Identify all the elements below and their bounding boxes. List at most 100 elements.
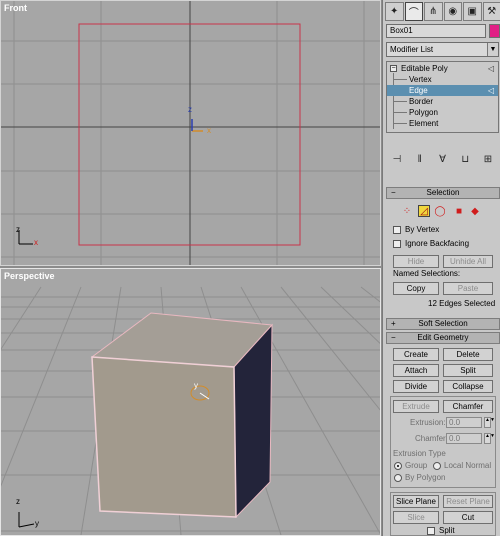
rollout-title: Selection [426,188,460,197]
stack-toolbar: ⊣ ‖ ∀ ⊔ ⊞ [386,153,499,169]
collapse-button[interactable]: Collapse [443,380,493,393]
chamfer-spinner[interactable]: 0.0 [446,433,482,444]
by-polygon-radio[interactable] [394,474,402,482]
ignore-backfacing-checkbox[interactable] [393,240,401,248]
utilities-icon[interactable]: ⚒ [482,2,500,21]
modifier-list-label: Modifier List [390,45,434,54]
extrusion-label: Extrusion: [410,418,446,427]
rollout-soft-selection[interactable]: + Soft Selection [386,318,500,330]
vertex-subobject-icon[interactable]: ⁘ [401,206,413,218]
reset-plane-button[interactable]: Reset Plane [443,495,493,508]
gizmo-y-label: y [194,381,198,390]
extrusion-type-label: Extrusion Type [393,449,446,458]
stack-item-editable-poly[interactable]: − Editable Poly ◁ [387,63,498,74]
stack-item-label: Edge [409,86,428,95]
stack-item-element[interactable]: Element [387,118,498,129]
stack-item-label: Element [409,119,439,128]
collapse-sign: − [391,188,396,197]
stack-item-label: Border [409,97,434,106]
element-subobject-icon[interactable]: ◆ [469,206,481,218]
group-label: Group [405,461,428,470]
pin-stack-icon[interactable]: ⊣ [390,153,404,167]
collapse-sign: − [391,333,396,342]
slice-button[interactable]: Slice [393,511,439,524]
perspective-grid [1,286,380,535]
tripod-y-label-persp: y [35,519,39,528]
display-icon[interactable]: ▣ [463,2,482,21]
split-button[interactable]: Split [443,364,493,377]
stack-item-label: Polygon [409,108,438,117]
modify-icon[interactable]: ⌒ [404,2,423,21]
chamfer-button[interactable]: Chamfer [443,400,493,413]
front-grid [1,1,380,265]
modifier-stack[interactable]: − Editable Poly ◁ Vertex Edge ◁ Border P… [386,61,499,133]
stack-item-edge[interactable]: Edge ◁ [387,85,498,96]
pin-icon: ◁ [487,64,494,73]
collapse-icon[interactable]: − [390,65,397,72]
copy-button[interactable]: Copy [393,282,439,295]
hide-button[interactable]: Hide [393,255,439,268]
command-panel-tabs: ✦ ⌒ ⋔ ◉ ▣ ⚒ [383,2,500,22]
spinner-arrows-icon[interactable]: ▲▼ [484,433,495,444]
stack-item-vertex[interactable]: Vertex [387,74,498,85]
divide-button[interactable]: Divide [393,380,439,393]
configure-modifier-sets-icon[interactable]: ⊞ [481,153,495,167]
attach-button[interactable]: Attach [393,364,439,377]
extrusion-spinner[interactable]: 0.0 [446,417,482,428]
selection-status: 12 Edges Selected [428,299,496,308]
axis-tripod-front [18,230,33,245]
cut-button[interactable]: Cut [443,511,493,524]
rollout-edit-geometry[interactable]: − Edit Geometry [386,332,500,344]
perspective-viewport[interactable]: Perspective y z y [0,268,381,536]
front-viewport[interactable]: Front z x z x [0,0,381,266]
object-name-field[interactable]: Box01 [386,24,486,38]
by-vertex-checkbox[interactable] [393,226,401,234]
stack-item-polygon[interactable]: Polygon [387,107,498,118]
split-checkbox[interactable] [427,527,435,535]
slice-plane-button[interactable]: Slice Plane [393,495,439,508]
ignore-backfacing-label: Ignore Backfacing [405,239,470,248]
rollout-selection[interactable]: − Selection [386,187,500,199]
tripod-x-label: x [34,238,38,247]
hierarchy-icon[interactable]: ⋔ [424,2,443,21]
object-color-swatch[interactable] [489,24,500,38]
cube-front-face [91,356,237,518]
rollout-title: Edit Geometry [417,333,469,342]
border-subobject-icon[interactable]: ◯ [434,206,446,218]
modifier-list-dropdown[interactable]: Modifier List ▼ [386,42,499,57]
create-button[interactable]: Create [393,348,439,361]
stack-item-border[interactable]: Border [387,96,498,107]
viewport-label-perspective[interactable]: Perspective [4,271,55,281]
motion-icon[interactable]: ◉ [443,2,462,21]
spinner-arrows-icon[interactable]: ▲▼ [484,417,495,428]
axis-tripod-persp [18,512,35,528]
delete-button[interactable]: Delete [443,348,493,361]
stack-item-label: Editable Poly [401,64,448,73]
make-unique-icon[interactable]: ∀ [436,153,450,167]
local-normal-radio[interactable] [433,462,441,470]
tripod-z-label-persp: z [16,497,20,506]
split-checkbox-label: Split [439,526,455,535]
by-vertex-label: By Vertex [405,225,440,234]
show-end-result-icon[interactable]: ‖ [413,153,427,167]
chevron-down-icon[interactable]: ▼ [487,43,498,56]
stack-item-label: Vertex [409,75,432,84]
local-normal-label: Local Normal [444,461,492,470]
remove-modifier-icon[interactable]: ⊔ [458,153,472,167]
polygon-subobject-icon[interactable]: ■ [453,206,465,218]
pivot-gizmo-front [191,119,203,132]
tripod-z-label: z [16,225,20,234]
paste-button[interactable]: Paste [443,282,493,295]
gizmo-x-label: x [207,126,211,135]
viewport-label-front[interactable]: Front [4,3,27,13]
gizmo-z-label: z [188,105,192,114]
group-radio[interactable] [394,462,402,470]
extrude-button[interactable]: Extrude [393,400,439,413]
edge-subobject-icon: ◁ [487,86,494,95]
create-icon[interactable]: ✦ [385,2,404,21]
rollout-title: Soft Selection [418,319,468,328]
unhide-all-button[interactable]: Unhide All [443,255,493,268]
chamfer-label: Chamfer: [415,434,448,443]
edge-subobject-icon[interactable]: ◿ [418,205,430,217]
named-selections-label: Named Selections: [393,269,461,278]
